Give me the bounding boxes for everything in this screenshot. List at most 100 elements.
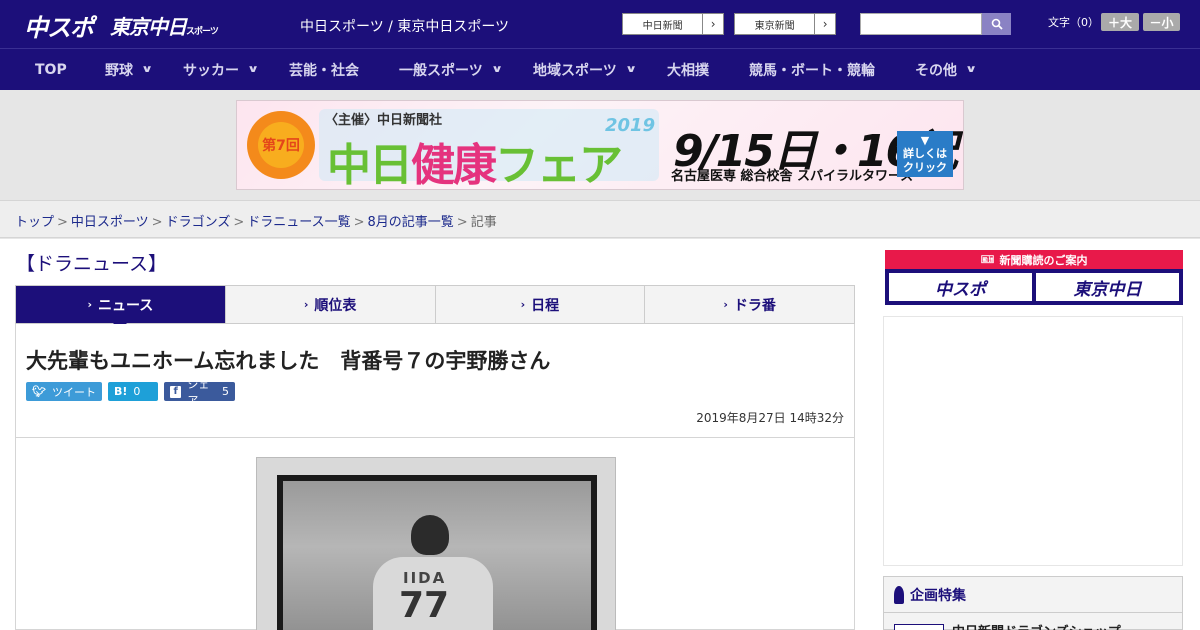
nav-item-general-sports[interactable]: 一般スポーツ ∨ [399,49,503,90]
banner-title: 中日健康フェア [327,129,623,190]
nav-item-baseball[interactable]: 野球 ∨ [105,49,154,90]
feature-title-label: 企画特集 [910,588,966,604]
facebook-icon: f [170,385,182,398]
chevron-right-icon: › [87,298,92,311]
divider [16,437,854,438]
chevron-down-icon: ∨ [140,64,154,75]
breadcrumb-separator: > [151,215,163,230]
nav-item-entertainment[interactable]: 芸能・社会 [289,49,359,90]
chevron-right-icon: › [702,14,723,34]
chunichi-shimbun-label: 中日新聞 [642,20,683,32]
hatena-icon: B! [114,385,128,398]
breadcrumb-top[interactable]: トップ [15,215,54,230]
tokyo-logo-small: スポーツ [186,27,219,37]
subscribe-box: 🎫︎ 新聞購読のご案内 中スポ 東京中日 [885,250,1183,305]
banner-more-line1: 詳しくは [903,147,947,161]
article: 大先輩もユニホーム忘れました 背番号７の宇野勝さん 🐦︎ ツイート B! 0 f… [15,324,855,630]
breadcrumb-zone: トップ > 中日スポーツ > ドラゴンズ > ドラニュース一覧 >8月の記事一覧 > 記事 [0,200,1200,238]
nav-item-racing[interactable]: 競馬・ボート・競輪 [749,49,875,90]
nav-item-sumo[interactable]: 大相撲 [667,49,709,90]
tab-reporter[interactable]: › ドラ番 [645,286,854,323]
subscribe-chuspo-button[interactable]: 中スポ [889,273,1032,301]
font-size-label: 文字（0） [1048,16,1099,29]
banner-venue: 名古屋医専 総合校舎 スパイラルタワーズ [671,169,914,184]
nav-item-regional-sports[interactable]: 地域スポーツ ∨ [533,49,637,90]
tab-label: ドラ番 [733,297,776,314]
main-nav: TOP 野球 ∨ サッカー ∨ 芸能・社会 一般スポーツ ∨ 地域スポーツ ∨ 大相撲 … [0,48,1200,90]
triangle-down-icon: ▼ [920,134,930,148]
nav-label: 大相撲 [667,62,709,79]
chevron-down-icon: ∨ [624,64,637,75]
health-fair-banner[interactable]: 第7回 〈主催〉中日新聞社 中日健康フェア 2019 9/15日・16祝 名古屋… [236,100,964,190]
chevron-right-icon: › [303,298,309,311]
subscribe-tokyo-chunichi-button[interactable]: 東京中日 [1036,273,1179,301]
ad-slot [883,316,1183,566]
facebook-share-label: シェア [187,377,210,407]
breadcrumb-separator: > [353,215,365,230]
player-helmet [411,515,449,555]
search-input[interactable] [860,13,982,35]
nav-label: 競馬・ボート・競輪 [749,62,875,79]
subscribe-header: 🎫︎ 新聞購読のご案内 [885,250,1183,269]
facebook-share-button[interactable]: f シェア 5 [164,378,235,407]
breadcrumb-august-list[interactable]: 8月の記事一覧 [368,215,454,230]
tab-label: 日程 [531,297,560,314]
photo-image: IIDA 77 [283,481,591,630]
tokyo-shimbun-link[interactable]: 東京新聞 › [734,13,836,35]
tokyo-chunichi-logo[interactable]: 東京中日スポーツ [110,11,219,40]
breadcrumb-chunichi-sports[interactable]: 中日スポーツ [71,215,149,230]
nav-item-top[interactable]: TOP [35,49,67,90]
banner-title-part1: 中日 [327,140,413,190]
font-size-increase-button[interactable]: ＋大 [1101,13,1139,31]
tweet-button[interactable]: 🐦︎ ツイート [26,382,102,401]
tokyo-logo-text: 東京中日 [110,15,187,39]
twitter-icon: 🐦︎ [32,385,46,398]
nav-item-soccer[interactable]: サッカー ∨ [183,49,260,90]
article-headline: 大先輩もユニホーム忘れました 背番号７の宇野勝さん [26,349,551,373]
breadcrumb-separator: > [456,215,468,230]
photo-border: IIDA 77 [277,475,597,630]
chevron-right-icon: › [814,14,835,34]
tab-schedule[interactable]: › 日程 [436,286,646,323]
section-tabs: › ニュース › 順位表 › 日程 › ドラ番 [15,285,855,330]
article-photo[interactable]: IIDA 77 [256,457,616,630]
hatena-count: 0 [133,385,141,398]
breadcrumb-current: 記事 [470,215,497,230]
tab-standings[interactable]: › 順位表 [226,286,436,323]
search-icon [991,18,1003,30]
nav-label: TOP [35,61,67,78]
banner-zone: 第7回 〈主催〉中日新聞社 中日健康フェア 2019 9/15日・16祝 名古屋… [0,90,1200,200]
tweet-label: ツイート [51,385,96,399]
chevron-down-icon: ∨ [246,64,260,75]
chevron-right-icon: › [723,298,728,311]
flower-badge: 第7回 [247,111,315,179]
tab-news[interactable]: › ニュース [16,286,226,330]
banner-more-button[interactable]: ▼ 詳しくは クリック [897,131,953,177]
hatena-bookmark-button[interactable]: B! 0 [108,382,158,401]
chuspo-logo[interactable]: 中スポ [24,8,94,43]
breadcrumb: トップ > 中日スポーツ > ドラゴンズ > ドラニュース一覧 >8月の記事一覧 > 記事 [15,211,497,230]
breadcrumb-dra-news-list[interactable]: ドラニュース一覧 [247,215,350,230]
nav-label: 一般スポーツ [399,62,483,79]
search-button[interactable] [982,13,1011,35]
banner-title-part2: 健康 [411,140,497,190]
jersey-number: 77 [399,585,450,626]
facebook-share-count: 5 [222,385,229,398]
banner-title-part3: フェア [495,140,623,190]
publish-date: 2019年8月27日 14時32分 [696,411,844,425]
font-size-decrease-button[interactable]: －小 [1143,13,1180,31]
nav-label: サッカー [183,62,239,79]
feature-item-dragons-shop[interactable]: 中日新聞ドラゴンズショップ [894,621,1121,630]
chunichi-shimbun-link[interactable]: 中日新聞 › [622,13,724,35]
tab-label: 順位表 [314,297,357,314]
breadcrumb-dragons[interactable]: ドラゴンズ [166,215,231,230]
chevron-right-icon: › [520,298,526,311]
nav-item-other[interactable]: その他 ∨ [915,49,977,90]
feature-item-label: 中日新聞ドラゴンズショップ [952,621,1121,630]
banner-more-line2: クリック [903,160,947,174]
header-bar: 中スポ 東京中日スポーツ 中日スポーツ / 東京中日スポーツ 中日新聞 › 東京… [0,0,1200,48]
nav-label: 芸能・社会 [289,62,359,79]
nav-label: 地域スポーツ [533,62,617,79]
feature-thumbnail [894,623,944,630]
badge-text: 第7回 [258,122,304,168]
